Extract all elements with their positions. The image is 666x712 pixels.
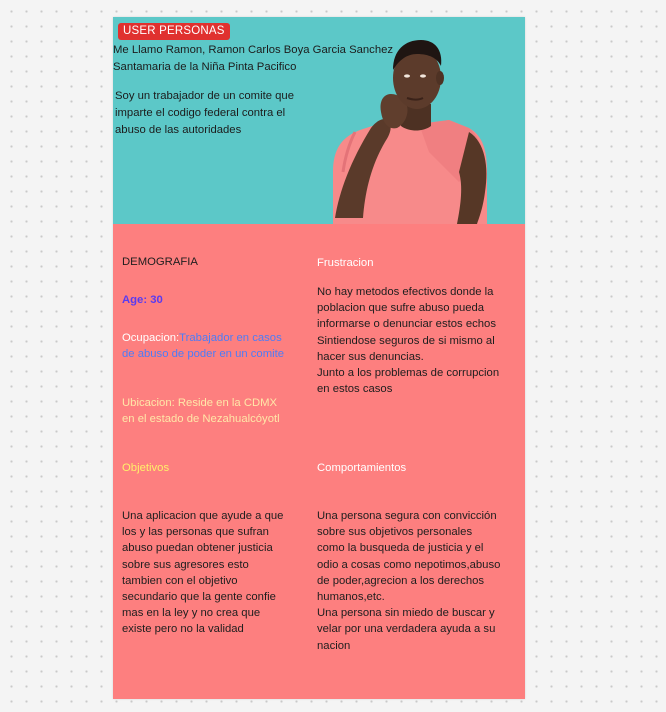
- objetivos-heading: Objetivos: [122, 462, 170, 474]
- objetivos-line: sobre sus agresores esto: [122, 558, 249, 571]
- comportamientos-line: Una persona sin miedo de buscar y: [317, 607, 495, 620]
- eye-shape: [404, 74, 410, 78]
- frustracion-line: Sintiendose seguros de si mismo al: [317, 334, 495, 347]
- ubicacion-line: en el estado de Nezahualcóyotl: [122, 413, 280, 426]
- age-text: Age: 30: [122, 294, 163, 306]
- comportamientos-line: humanos,etc.: [317, 591, 385, 604]
- objetivos-line: existe pero no la validad: [122, 623, 244, 636]
- frustracion-line: hacer sus denuncias.: [317, 350, 424, 363]
- persona-photo: [333, 40, 487, 224]
- persona-bio-line: imparte el codigo federal contra el: [115, 107, 286, 119]
- demografia-heading: DEMOGRAFIA: [122, 256, 198, 268]
- ubicacion-block: Ubicacion: Reside en la CDMX en el estad…: [122, 395, 312, 427]
- objetivos-line: mas en la ley y no crea que: [122, 607, 261, 620]
- frustracion-line: poblacion que sufre abuso pueda: [317, 302, 485, 315]
- comportamientos-line: como la busqueda de justicia y el: [317, 542, 484, 555]
- comportamientos-line: Una persona segura con convicción: [317, 510, 497, 522]
- comportamientos-line: sobre sus objetivos personales: [317, 526, 473, 539]
- persona-bio: Soy un trabajador de un comite que impar…: [115, 88, 310, 139]
- ear-shape: [436, 71, 444, 85]
- frustracion-line: No hay metodos efectivos donde la: [317, 286, 494, 298]
- objetivos-line: secundario que la gente confie: [122, 591, 276, 604]
- persona-header: USER PERSONAS Me Llamo Ramon, Ramon Carl…: [113, 17, 525, 224]
- comportamientos-line: nacion: [317, 639, 351, 652]
- ocupacion-block: Ocupacion:Trabajador en casos de abuso d…: [122, 330, 312, 362]
- user-personas-badge: USER PERSONAS: [118, 23, 230, 40]
- persona-card: USER PERSONAS Me Llamo Ramon, Ramon Carl…: [113, 17, 525, 699]
- frustracion-line: Junto a los problemas de corrupcion: [317, 367, 500, 380]
- objetivos-text: Una aplicacion que ayude a que los y las …: [122, 508, 312, 638]
- ubicacion-line: Ubicacion: Reside en la CDMX: [122, 397, 278, 409]
- objetivos-line: abuso puedan obtener justicia: [122, 542, 273, 555]
- comportamientos-line: odio a cosas como nepotimos,abuso: [317, 558, 501, 571]
- frustracion-text: No hay metodos efectivos donde la poblaci…: [317, 284, 522, 397]
- objetivos-line: Una aplicacion que ayude a que: [122, 510, 284, 522]
- comportamientos-heading: Comportamientos: [317, 462, 407, 474]
- comportamientos-line: de poder,agrecion a los derechos: [317, 574, 485, 587]
- persona-bio-line: Soy un trabajador de un comite que: [115, 90, 294, 102]
- ocupacion-label: Ocupacion:: [122, 332, 180, 344]
- persona-bio-line: abuso de las autoridades: [115, 124, 242, 136]
- frustracion-line: en estos casos: [317, 383, 393, 396]
- ocupacion-value: Trabajador en casos: [179, 332, 282, 344]
- frustracion-line: informarse o denunciar estos echos: [317, 318, 496, 331]
- persona-details: DEMOGRAFIA Age: 30 Ocupacion:Trabajador …: [113, 224, 525, 699]
- frustracion-heading: Frustracion: [317, 257, 374, 269]
- eye-shape: [420, 74, 426, 78]
- objetivos-line: tambien con el objetivo: [122, 574, 238, 587]
- comportamientos-text: Una persona segura con convicción sobre s…: [317, 508, 522, 654]
- ocupacion-value: de abuso de poder en un comite: [122, 348, 285, 361]
- comportamientos-line: velar por una verdadera ayuda a su: [317, 623, 496, 636]
- objetivos-line: los y las personas que sufran: [122, 526, 269, 539]
